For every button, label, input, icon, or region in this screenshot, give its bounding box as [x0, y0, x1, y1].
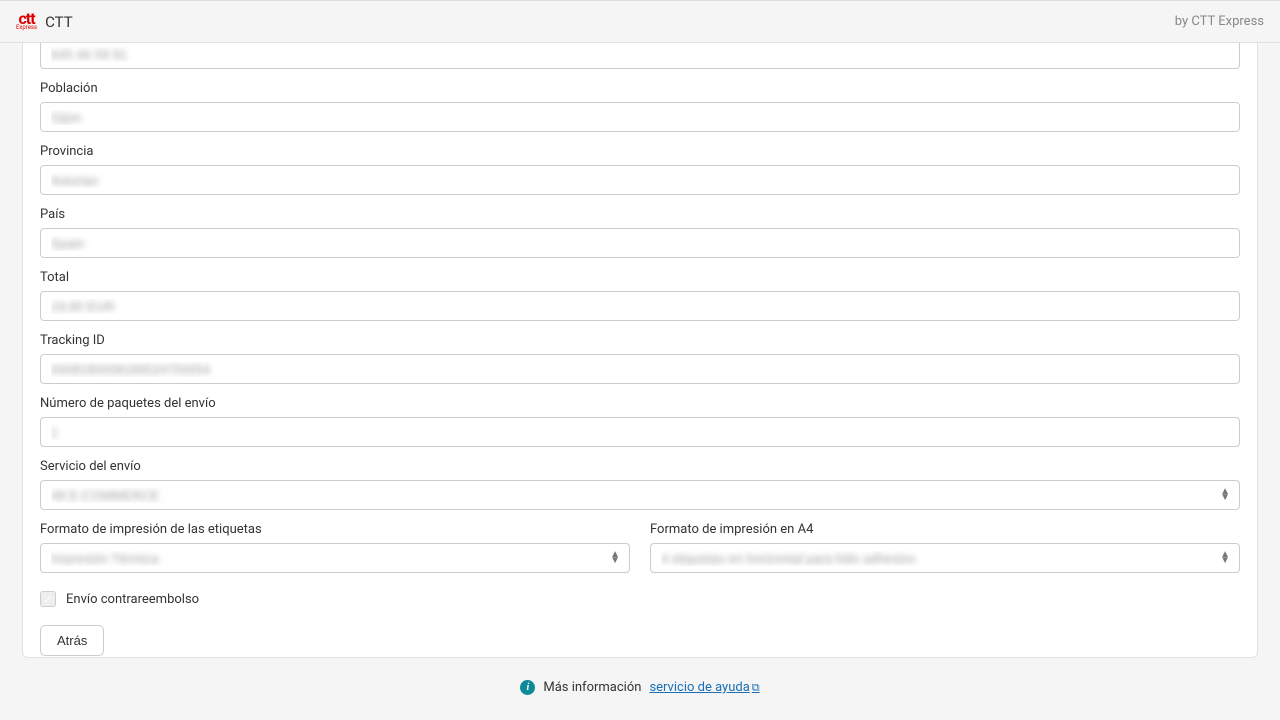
logo-sub: Express — [16, 26, 37, 31]
field-pais: País — [40, 207, 1240, 258]
ctt-logo: ctt Express — [16, 13, 37, 31]
external-link-icon: ⧉ — [752, 681, 760, 694]
field-servicio: Servicio del envío ▲▼ — [40, 459, 1240, 510]
field-total: Total — [40, 270, 1240, 321]
form-container: Población Provincia País Total Tracking … — [22, 43, 1258, 658]
field-phone — [40, 43, 1240, 69]
app-header: ctt Express CTT by CTT Express — [0, 1, 1280, 43]
paquetes-input[interactable] — [40, 417, 1240, 447]
formato-a4-select[interactable] — [650, 543, 1240, 573]
formato-row: Formato de impresión de las etiquetas ▲▼… — [40, 522, 1240, 573]
pais-label: País — [40, 207, 1240, 222]
field-poblacion: Población — [40, 81, 1240, 132]
contrareembolso-row: ✓ Envío contrareembolso — [40, 591, 1240, 607]
field-tracking: Tracking ID — [40, 333, 1240, 384]
formato-a4-label: Formato de impresión en A4 — [650, 522, 1240, 537]
poblacion-label: Población — [40, 81, 1240, 96]
field-provincia: Provincia — [40, 144, 1240, 195]
field-formato-etiquetas: Formato de impresión de las etiquetas ▲▼ — [40, 522, 630, 573]
byline: by CTT Express — [1175, 14, 1264, 29]
field-paquetes: Número de paquetes del envío — [40, 396, 1240, 447]
contrareembolso-checkbox[interactable]: ✓ — [40, 591, 56, 607]
paquetes-label: Número de paquetes del envío — [40, 396, 1240, 411]
footer: i Más información servicio de ayuda⧉ — [0, 680, 1280, 695]
servicio-select[interactable] — [40, 480, 1240, 510]
footer-text: Más información — [543, 680, 641, 695]
phone-input[interactable] — [40, 43, 1240, 69]
back-button[interactable]: Atrás — [40, 625, 104, 656]
app-title: CTT — [45, 13, 73, 31]
formato-etiquetas-label: Formato de impresión de las etiquetas — [40, 522, 630, 537]
tracking-label: Tracking ID — [40, 333, 1240, 348]
help-link[interactable]: servicio de ayuda⧉ — [649, 680, 759, 695]
total-label: Total — [40, 270, 1240, 285]
info-icon: i — [520, 680, 535, 695]
header-left: ctt Express CTT — [16, 13, 73, 31]
provincia-input[interactable] — [40, 165, 1240, 195]
poblacion-input[interactable] — [40, 102, 1240, 132]
formato-etiquetas-select[interactable] — [40, 543, 630, 573]
contrareembolso-label: Envío contrareembolso — [66, 592, 199, 607]
servicio-label: Servicio del envío — [40, 459, 1240, 474]
pais-input[interactable] — [40, 228, 1240, 258]
field-formato-a4: Formato de impresión en A4 ▲▼ — [650, 522, 1240, 573]
provincia-label: Provincia — [40, 144, 1240, 159]
tracking-input[interactable] — [40, 354, 1240, 384]
total-input[interactable] — [40, 291, 1240, 321]
